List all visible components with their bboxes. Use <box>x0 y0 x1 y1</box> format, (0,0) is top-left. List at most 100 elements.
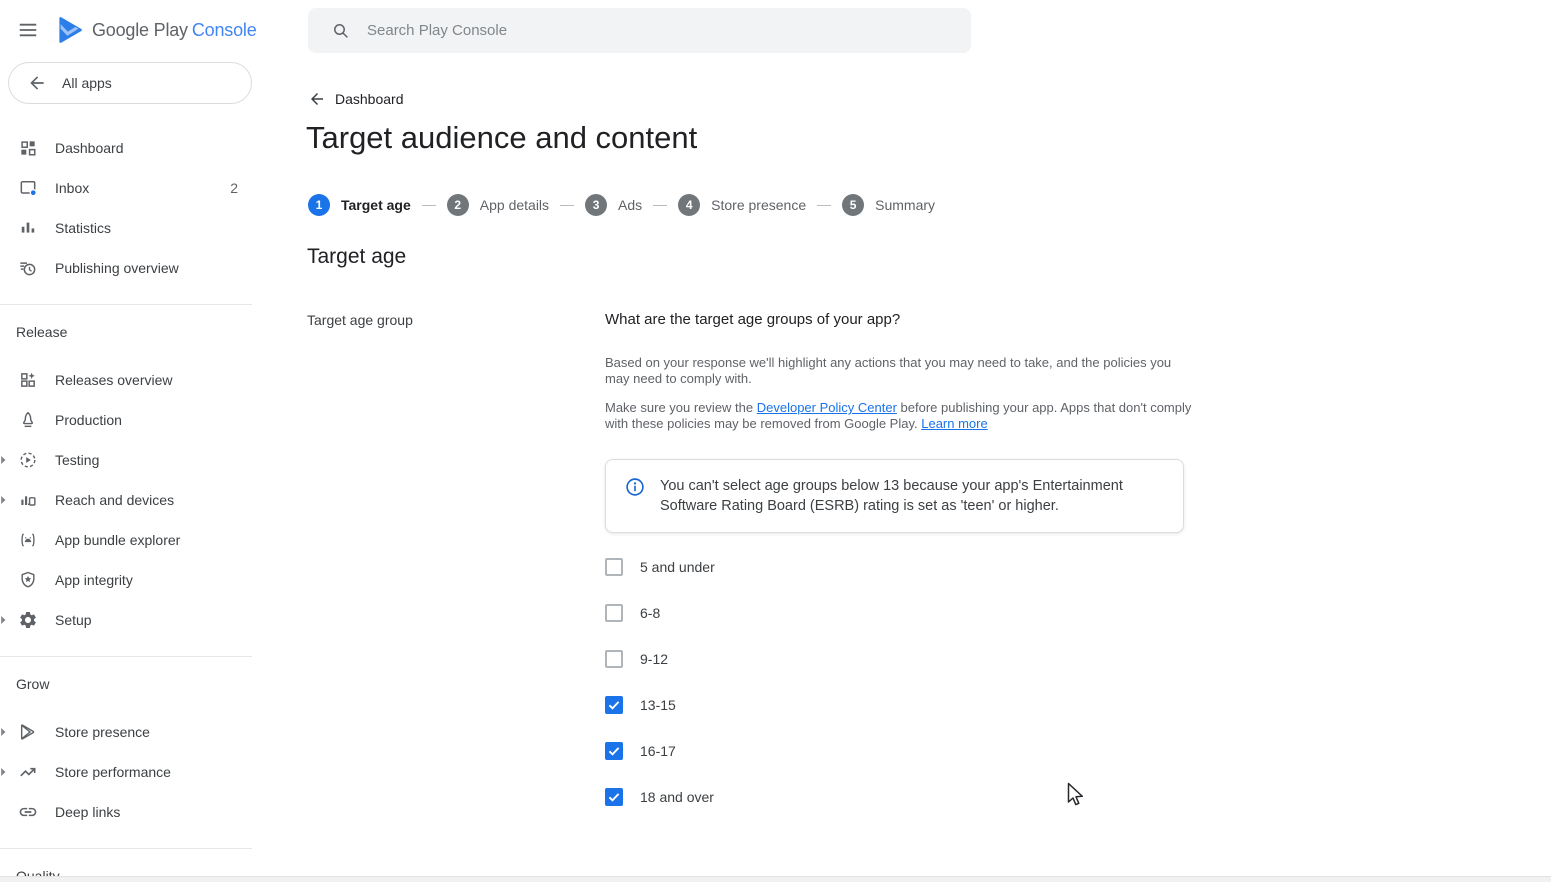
play-logo-icon <box>54 15 84 45</box>
inbox-unread-count: 2 <box>230 180 238 196</box>
checkbox-6-8[interactable] <box>605 604 623 622</box>
sidebar-item-label: Setup <box>55 612 92 628</box>
checkbox-5-and-under[interactable] <box>605 558 623 576</box>
age-group-label: 5 and under <box>640 559 715 575</box>
step-number-badge: 2 <box>446 194 469 216</box>
step-label: Summary <box>875 197 936 213</box>
sidebar-item-releases-overview[interactable]: Releases overview <box>0 360 252 400</box>
checkbox-18-and-over[interactable] <box>605 788 623 806</box>
expand-chevron-icon[interactable] <box>0 767 7 777</box>
stepper-step-app-details[interactable]: 2 App details <box>446 194 549 216</box>
sidebar-item-reach-and-devices[interactable]: Reach and devices <box>0 480 252 520</box>
stepper-separator <box>421 204 436 206</box>
checkbox-9-12[interactable] <box>605 650 623 668</box>
developer-policy-center-link[interactable]: Developer Policy Center <box>757 400 897 415</box>
stepper-separator <box>560 204 575 206</box>
sidebar-item-label: Production <box>55 412 122 428</box>
step-number-badge: 5 <box>842 194 865 216</box>
sidebar-item-dashboard[interactable]: Dashboard <box>0 128 252 168</box>
stepper-step-summary[interactable]: 5 Summary <box>842 194 935 216</box>
sidebar-divider <box>0 304 252 305</box>
sidebar-item-app-integrity[interactable]: App integrity <box>0 560 252 600</box>
sidebar-item-label: Store performance <box>55 764 171 780</box>
sidebar-item-label: Statistics <box>55 220 112 236</box>
expand-chevron-icon[interactable] <box>0 455 7 465</box>
info-banner-text: You can't select age groups below 13 bec… <box>660 478 1123 514</box>
breadcrumb-label: Dashboard <box>335 91 404 107</box>
age-group-label: 6-8 <box>640 605 661 621</box>
policy-text-before: Make sure you review the <box>605 400 757 415</box>
stepper-step-target-age[interactable]: 1 Target age <box>308 194 411 216</box>
age-group-row-16-17[interactable]: 16-17 <box>605 741 1205 761</box>
sidebar: Google Play Console All apps Dashboard Inb… <box>0 0 257 882</box>
sidebar-divider <box>0 848 252 849</box>
expand-chevron-icon[interactable] <box>0 727 7 737</box>
target-age-form: What are the target age groups of your a… <box>605 311 1205 833</box>
sidebar-item-testing[interactable]: Testing <box>0 440 252 480</box>
search-input[interactable] <box>365 21 971 40</box>
sidebar-item-label: Releases overview <box>55 372 173 388</box>
store-presence-icon <box>18 722 38 742</box>
age-group-row-13-15[interactable]: 13-15 <box>605 695 1205 715</box>
sidebar-item-label: Publishing overview <box>55 260 179 276</box>
all-apps-button[interactable]: All apps <box>8 62 252 104</box>
stepper-step-ads[interactable]: 3 Ads <box>585 194 642 216</box>
sidebar-divider <box>0 656 252 657</box>
sidebar-section-grow: Grow <box>16 676 50 692</box>
reach-and-devices-icon <box>18 490 38 510</box>
age-group-row-6-8[interactable]: 6-8 <box>605 603 1205 623</box>
age-group-checkbox-list: 5 and under 6-8 9-12 13-15 16-17 18 and over <box>605 557 1205 807</box>
sidebar-item-deep-links[interactable]: Deep links <box>0 792 252 832</box>
sidebar-nav: Dashboard Inbox 2 Statistics Publishing over… <box>0 128 252 882</box>
sidebar-section-release: Release <box>16 324 68 340</box>
info-banner: You can't select age groups below 13 bec… <box>605 459 1184 533</box>
step-number-badge: 4 <box>678 194 701 216</box>
step-number-badge: 1 <box>308 194 330 216</box>
releases-overview-icon <box>18 370 38 390</box>
sidebar-item-label: Testing <box>55 452 100 468</box>
deep-links-icon <box>18 802 38 822</box>
checkbox-13-15[interactable] <box>605 696 623 714</box>
learn-more-link[interactable]: Learn more <box>921 416 987 431</box>
back-arrow-icon <box>308 90 326 108</box>
sidebar-item-publishing-overview[interactable]: Publishing overview <box>0 248 252 288</box>
info-icon <box>624 476 646 498</box>
sidebar-item-store-presence[interactable]: Store presence <box>0 712 252 752</box>
sidebar-item-label: App bundle explorer <box>55 532 181 548</box>
sidebar-item-label: Reach and devices <box>55 492 175 508</box>
hamburger-menu-icon[interactable] <box>17 19 39 41</box>
sidebar-item-inbox[interactable]: Inbox 2 <box>0 168 252 208</box>
sidebar-topbar: Google Play Console <box>0 0 257 60</box>
sidebar-item-setup[interactable]: Setup <box>0 600 252 640</box>
sidebar-item-label: App integrity <box>55 572 133 588</box>
sidebar-item-label: Inbox <box>55 180 90 196</box>
dashboard-icon <box>18 138 38 158</box>
age-group-row-5-and-under[interactable]: 5 and under <box>605 557 1205 577</box>
policy-paragraph: Make sure you review the Developer Polic… <box>605 400 1197 432</box>
stepper-step-store-presence[interactable]: 4 Store presence <box>678 194 806 216</box>
inbox-icon <box>18 178 38 198</box>
checkbox-16-17[interactable] <box>605 742 623 760</box>
sidebar-item-store-performance[interactable]: Store performance <box>0 752 252 792</box>
age-groups-question: What are the target age groups of your a… <box>605 311 901 328</box>
testing-icon <box>18 450 38 470</box>
section-title: Target age <box>307 245 407 268</box>
sidebar-item-production[interactable]: Production <box>0 400 252 440</box>
stepper-separator <box>653 204 668 206</box>
step-label: Target age <box>341 197 411 213</box>
play-console-logo: Google Play Console <box>54 15 257 45</box>
expand-chevron-icon[interactable] <box>0 495 7 505</box>
sidebar-item-label: Deep links <box>55 804 121 820</box>
horizontal-scrollbar[interactable] <box>0 876 1551 882</box>
age-group-row-9-12[interactable]: 9-12 <box>605 649 1205 669</box>
sidebar-item-app-bundle-explorer[interactable]: App bundle explorer <box>0 520 252 560</box>
expand-chevron-icon[interactable] <box>0 615 7 625</box>
age-group-row-18-and-over[interactable]: 18 and over <box>605 787 1205 807</box>
brand-console: Console <box>191 19 257 40</box>
publishing-overview-icon <box>18 258 38 278</box>
step-label: Store presence <box>711 197 807 213</box>
sidebar-item-label: Store presence <box>55 724 150 740</box>
sidebar-section-items: Releases overview Production Testing Reach … <box>0 360 252 640</box>
breadcrumb-back[interactable]: Dashboard <box>308 90 404 108</box>
sidebar-item-statistics[interactable]: Statistics <box>0 208 252 248</box>
